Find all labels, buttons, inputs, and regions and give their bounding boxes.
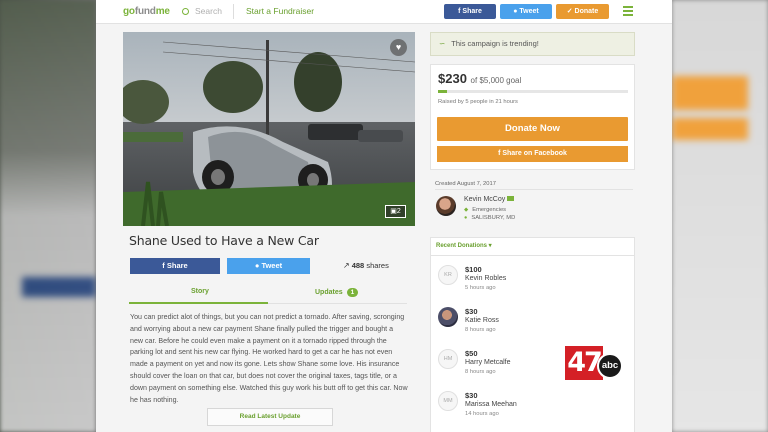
donor-name: Harry Metcalfe	[465, 359, 511, 366]
search-link[interactable]: Search	[182, 6, 222, 16]
header-donate-button[interactable]: ✓ Donate	[556, 4, 609, 19]
tab-story[interactable]: Story	[191, 288, 209, 295]
organizer-category[interactable]: ◆ Emergencies	[464, 207, 506, 213]
recent-donations-dropdown[interactable]: Recent Donations ▾	[430, 237, 635, 256]
donation-amount: $100	[465, 265, 482, 274]
top-navigation: gofundme Search Start a Fundraiser f Sha…	[96, 0, 672, 24]
created-date: Created August 7, 2017	[435, 181, 496, 187]
menu-icon[interactable]	[623, 6, 633, 18]
heart-icon[interactable]: ♥	[390, 39, 407, 56]
content-tabs: Story Updates 1	[129, 282, 407, 304]
list-item: KR $100 Kevin Robles 5 hours ago	[431, 256, 636, 298]
divider	[435, 189, 633, 190]
share-count: ↗ 488 shares	[343, 261, 389, 270]
progress-fill	[438, 90, 447, 93]
divider	[233, 4, 234, 19]
list-item: MM $30 Marissa Meehan 14 hours ago	[431, 382, 636, 424]
header-tweet-button[interactable]: ● Tweet	[500, 4, 552, 19]
organizer-name[interactable]: Kevin McCoy	[464, 196, 515, 203]
tweet-button[interactable]: ● Tweet	[227, 258, 310, 274]
donor-avatar: HM	[438, 349, 458, 369]
organizer-avatar[interactable]	[436, 196, 456, 216]
tag-icon: ◆	[464, 207, 469, 213]
photo-count-badge[interactable]: ▣2	[385, 205, 406, 218]
donation-amount: $50	[465, 349, 478, 358]
read-latest-update-button[interactable]: Read Latest Update	[207, 408, 333, 426]
email-icon[interactable]	[507, 196, 515, 201]
progress-bar	[438, 90, 628, 93]
donation-card: $230 of $5,000 goal Raised by 5 people i…	[430, 64, 635, 170]
donation-amount: $30	[465, 307, 478, 316]
donor-name: Katie Ross	[465, 317, 499, 324]
tab-updates[interactable]: Updates 1	[315, 288, 359, 297]
updates-count-badge: 1	[346, 288, 359, 297]
campaign-story: You can predict alot of things, but you …	[130, 313, 408, 404]
donor-name: Marissa Meehan	[465, 401, 517, 408]
donate-now-button[interactable]: Donate Now	[437, 117, 628, 141]
search-icon	[182, 8, 189, 15]
donation-list: KR $100 Kevin Robles 5 hours ago $30 Kat…	[430, 256, 635, 432]
tv-station-logo: 47 abc	[565, 346, 625, 380]
header-facebook-share-button[interactable]: f Share	[444, 4, 496, 19]
active-tab-indicator	[129, 302, 268, 304]
overturned-car-image	[123, 32, 415, 226]
facebook-share-button[interactable]: f Share	[130, 258, 220, 274]
donor-avatar: KR	[438, 265, 458, 285]
location-pin-icon: ●	[464, 215, 468, 221]
donation-time: 5 hours ago	[465, 285, 496, 291]
donation-time: 8 hours ago	[465, 369, 496, 375]
blurred-background-right	[672, 0, 768, 432]
blurred-background-left	[0, 0, 96, 432]
start-fundraiser-link[interactable]: Start a Fundraiser	[246, 6, 314, 16]
donor-avatar: MM	[438, 391, 458, 411]
donation-time: 14 hours ago	[465, 411, 499, 417]
trending-icon: ↗	[343, 261, 350, 270]
donor-avatar	[438, 307, 458, 327]
gofundme-logo[interactable]: gofundme	[123, 6, 170, 17]
list-item: $30 Katie Ross 8 hours ago	[431, 298, 636, 340]
amount-raised: $230 of $5,000 goal	[438, 71, 522, 86]
raised-by-text: Raised by 5 people in 21 hours	[438, 99, 518, 105]
donation-amount: $30	[465, 391, 478, 400]
trending-chart-icon: ∽	[439, 39, 446, 48]
share-on-facebook-button[interactable]: f Share on Facebook	[437, 146, 628, 162]
campaign-title: Shane Used to Have a New Car	[129, 233, 319, 248]
organizer-location: ● SALISBURY, MD	[464, 215, 516, 221]
donor-name: Kevin Robles	[465, 275, 507, 282]
donation-time: 8 hours ago	[465, 327, 496, 333]
campaign-photo[interactable]: ♥ ▣2	[123, 32, 415, 226]
trending-banner: ∽ This campaign is trending!	[430, 32, 635, 56]
camera-icon: ▣	[390, 208, 397, 215]
check-icon: ✓	[566, 8, 575, 15]
